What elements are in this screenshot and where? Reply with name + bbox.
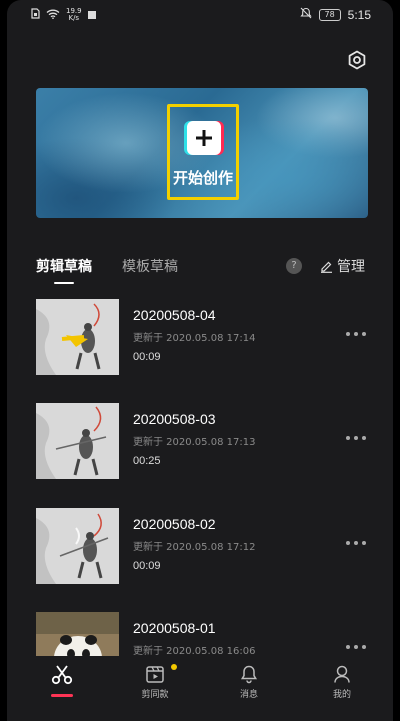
bell-icon xyxy=(240,665,258,684)
draft-title: 20200508-03 xyxy=(133,411,216,427)
manage-label: 管理 xyxy=(337,259,365,275)
start-creation-label: 开始创作 xyxy=(172,169,233,187)
draft-duration: 00:25 xyxy=(133,455,161,467)
status-right: 78 5:15 xyxy=(299,7,371,22)
plus-icon xyxy=(187,121,221,155)
clock: 5:15 xyxy=(347,7,371,22)
mute-icon xyxy=(299,7,312,22)
draft-tabs: 剪辑草稿 模板草稿 ? 管理 xyxy=(36,256,368,286)
app-screen: 19.9 K/s 78 5:15 开始创作 剪辑草稿 模板草稿 ? 管理 202… xyxy=(7,0,393,721)
draft-title: 20200508-04 xyxy=(133,307,216,323)
bottom-navigation: 剪同款 消息 我的 xyxy=(7,656,393,721)
settings-button[interactable] xyxy=(347,50,367,70)
draft-item[interactable]: 20200508-04 更新于 2020.05.08 17:14 00:09 xyxy=(36,299,368,375)
nav-template[interactable]: 剪同款 xyxy=(125,664,185,700)
draft-item[interactable]: 20200508-02 更新于 2020.05.08 17:12 00:09 xyxy=(36,508,368,584)
draft-updated-time: 更新于 2020.05.08 17:12 xyxy=(133,542,256,553)
tab-edit-drafts[interactable]: 剪辑草稿 xyxy=(36,256,92,276)
video-template-icon xyxy=(146,666,164,683)
pencil-icon xyxy=(321,261,332,273)
draft-title: 20200508-02 xyxy=(133,516,216,532)
draft-updated-time: 更新于 2020.05.08 17:13 xyxy=(133,437,256,448)
stop-icon xyxy=(87,9,96,22)
more-dots-icon[interactable] xyxy=(344,640,368,654)
nav-active-indicator xyxy=(51,694,73,697)
draft-updated-time: 更新于 2020.05.08 16:06 xyxy=(133,646,256,657)
draft-thumbnail xyxy=(36,299,119,375)
draft-thumbnail xyxy=(36,403,119,479)
draft-thumbnail xyxy=(36,508,119,584)
network-speed-unit: K/s xyxy=(68,14,80,22)
draft-item[interactable]: 20200508-03 更新于 2020.05.08 17:13 00:25 xyxy=(36,403,368,479)
network-speed: 19.9 K/s xyxy=(66,8,82,22)
more-dots-icon[interactable] xyxy=(344,536,368,550)
nav-profile[interactable]: 我的 xyxy=(312,664,372,700)
nav-edit[interactable] xyxy=(32,664,92,689)
gear-icon xyxy=(348,50,366,70)
status-bar: 19.9 K/s 78 5:15 xyxy=(7,0,393,32)
battery-indicator: 78 xyxy=(318,8,341,21)
status-left: 19.9 K/s xyxy=(31,8,96,22)
wifi-icon xyxy=(46,9,60,22)
draft-duration: 00:09 xyxy=(133,560,161,572)
tab-template-drafts[interactable]: 模板草稿 xyxy=(122,256,178,276)
start-creation-banner[interactable]: 开始创作 xyxy=(36,88,368,218)
notification-dot xyxy=(171,664,177,670)
manage-button[interactable]: 管理 xyxy=(320,256,365,276)
more-dots-icon[interactable] xyxy=(344,431,368,445)
draft-duration: 00:09 xyxy=(133,351,161,363)
help-icon[interactable]: ? xyxy=(286,258,302,274)
nav-profile-label: 我的 xyxy=(332,690,351,700)
nav-messages-label: 消息 xyxy=(239,690,258,700)
sim-icon xyxy=(31,8,40,22)
scissors-icon xyxy=(51,665,73,685)
nav-template-label: 剪同款 xyxy=(141,690,169,700)
start-creation-button[interactable]: 开始创作 xyxy=(167,104,239,200)
person-icon xyxy=(334,665,350,683)
active-tab-indicator xyxy=(54,282,74,284)
draft-title: 20200508-01 xyxy=(133,620,216,636)
draft-updated-time: 更新于 2020.05.08 17:14 xyxy=(133,333,256,344)
nav-messages[interactable]: 消息 xyxy=(219,664,279,700)
more-dots-icon[interactable] xyxy=(344,327,368,341)
